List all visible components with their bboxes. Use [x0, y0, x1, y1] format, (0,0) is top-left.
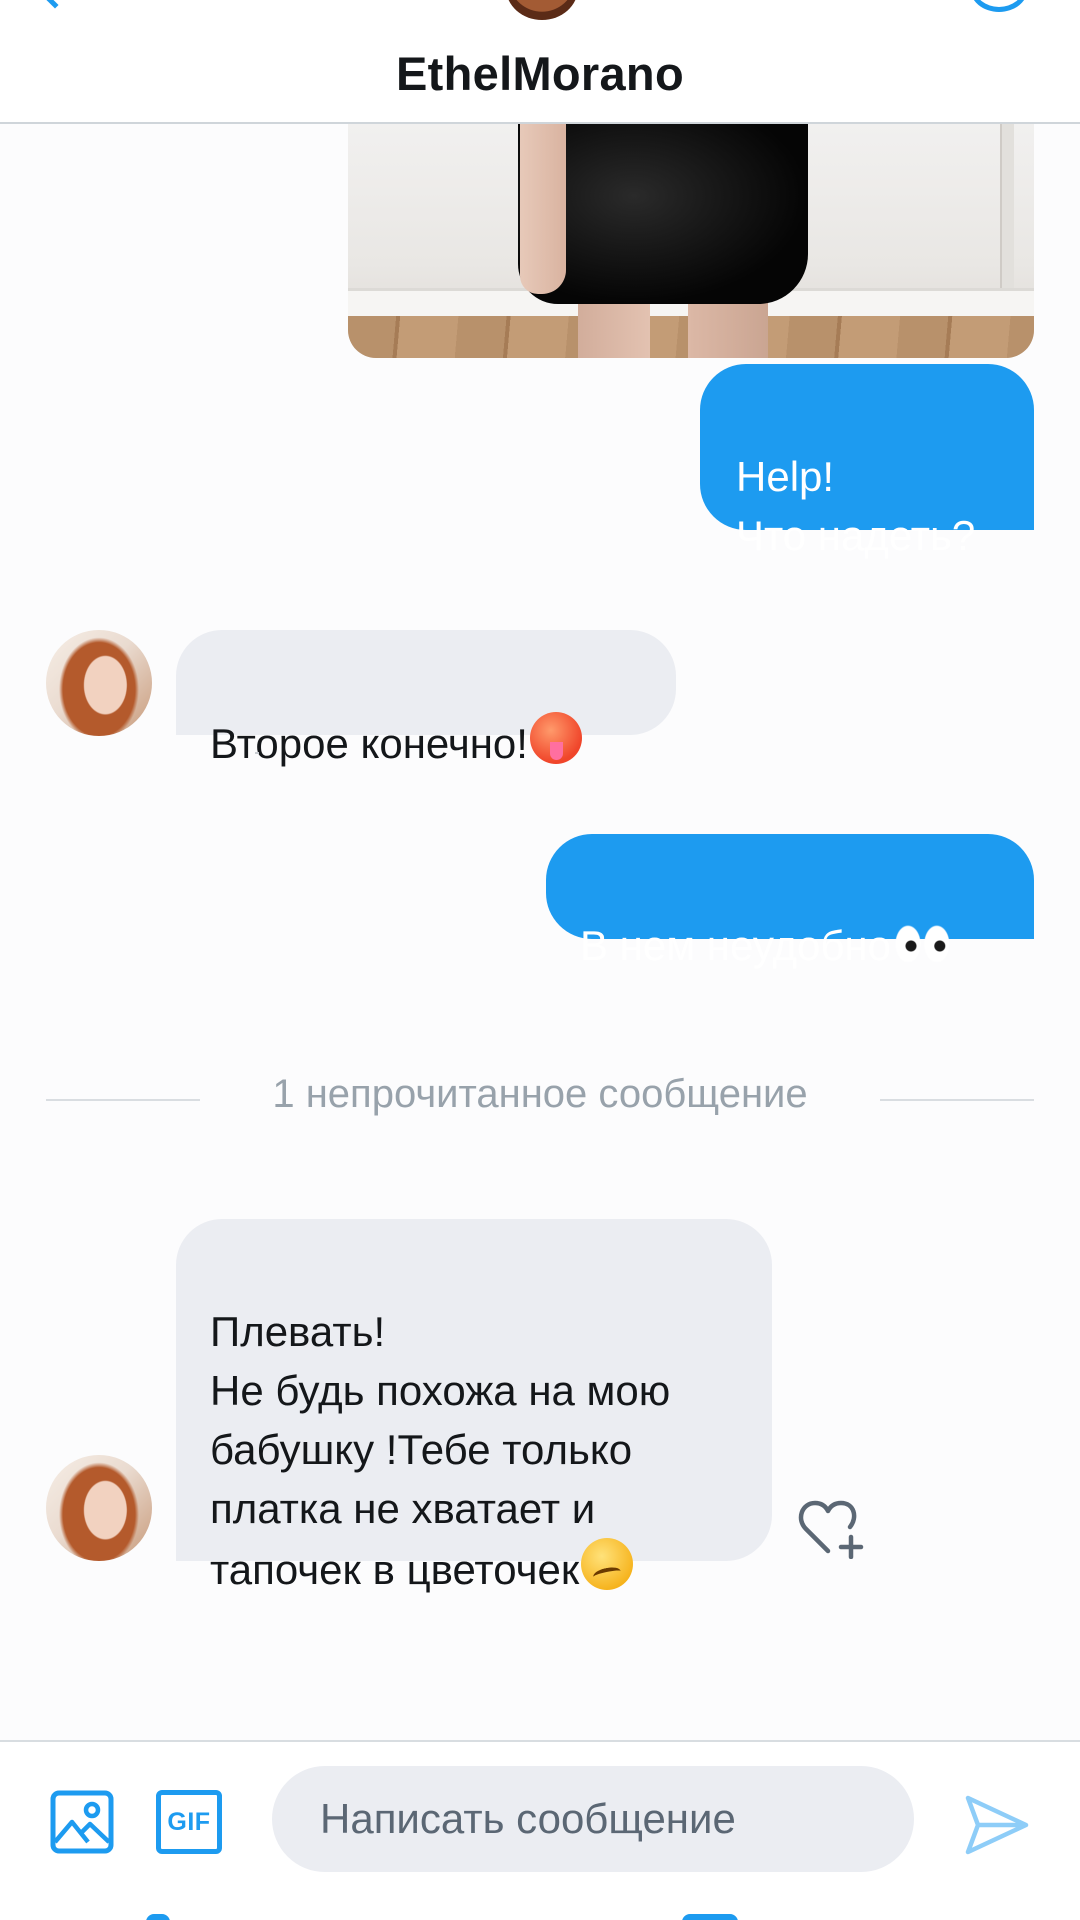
outgoing-message[interactable]: Help! Что надеть? [700, 364, 1034, 559]
hot-face-emoji-icon [529, 712, 582, 764]
message-text: Второе конечно! [210, 720, 528, 767]
incoming-message[interactable]: Второе конечно! [176, 630, 676, 767]
like-heart-plus-icon[interactable] [798, 1497, 868, 1559]
send-icon[interactable] [964, 1792, 1030, 1858]
message-input[interactable] [272, 1766, 914, 1872]
divider-dot [255, 752, 259, 754]
message-text: Help! Что надеть? [736, 453, 976, 559]
sent-photo[interactable] [348, 124, 1034, 358]
outgoing-message[interactable]: В нем неудобно [546, 834, 1034, 969]
info-icon[interactable] [970, 0, 1028, 12]
image-icon[interactable] [50, 1790, 114, 1854]
avatar[interactable] [46, 1455, 152, 1561]
tab-home-icon[interactable] [146, 1914, 170, 1920]
woozy-face-emoji-icon [581, 1538, 634, 1590]
tab-messages-icon[interactable] [682, 1914, 738, 1920]
avatar[interactable] [46, 630, 152, 736]
eyes-emoji-icon [892, 924, 953, 964]
incoming-message[interactable]: Плевать! Не будь похожа на мою бабушку !… [176, 1219, 772, 1593]
gif-button[interactable]: GIF [156, 1790, 222, 1854]
header-avatar[interactable] [506, 0, 578, 20]
conversation-title[interactable]: EthelMorano [0, 46, 1080, 101]
message-composer: GIF [0, 1740, 1080, 1920]
message-text: В нем неудобно [580, 922, 891, 969]
conversation-header: EthelMorano [0, 0, 1080, 124]
back-arrow-icon[interactable] [39, 0, 71, 9]
unread-divider-label: 1 непрочитанное сообщение [272, 1072, 808, 1116]
unread-divider: 1 непрочитанное сообщение [46, 1072, 1034, 1120]
